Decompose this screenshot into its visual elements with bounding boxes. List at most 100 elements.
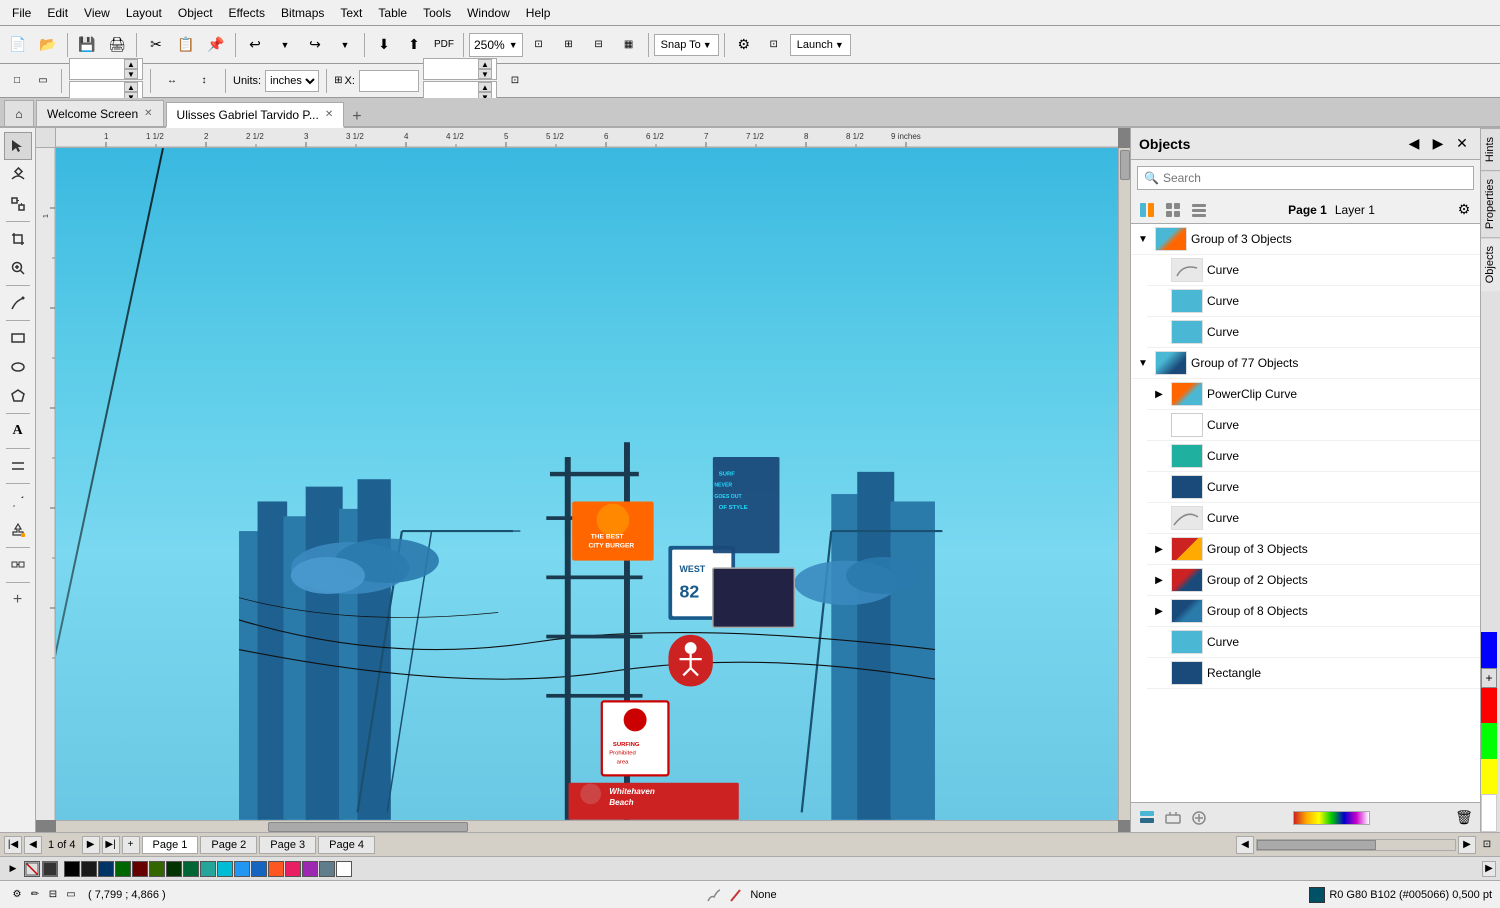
publish-button[interactable]: ⊡ [760, 31, 788, 59]
menu-view[interactable]: View [76, 3, 118, 23]
color-white2[interactable] [336, 861, 352, 877]
view-grid[interactable]: ⊞ [555, 31, 583, 59]
zoom-dropdown[interactable]: 250% ▼ [469, 33, 523, 57]
tree-item-curve2[interactable]: Curve [1147, 286, 1480, 317]
launch-button[interactable]: Launch ▼ [790, 34, 851, 56]
dropper-tool-button[interactable] [4, 487, 32, 515]
hscroll-thumb-area[interactable] [1256, 839, 1456, 851]
toggle-group77[interactable]: ▼ [1135, 355, 1151, 371]
export-pdf-button[interactable]: PDF [430, 31, 458, 59]
toggle-group3[interactable]: ▼ [1135, 231, 1151, 247]
nudge1-down[interactable]: ▼ [478, 69, 492, 79]
statusbar-outline[interactable]: ▭ [62, 886, 80, 904]
node-tool-button[interactable] [4, 161, 32, 189]
no-fill-swatch[interactable] [24, 861, 40, 877]
export-button[interactable]: ⬆ [400, 31, 428, 59]
toggle-group2[interactable]: ▶ [1151, 572, 1167, 588]
color-white[interactable] [1481, 794, 1497, 832]
tree-item-group3b[interactable]: ▶ Group of 3 Objects [1147, 534, 1480, 565]
panel-add-object-btn[interactable] [1187, 806, 1211, 830]
color-blue3[interactable] [251, 861, 267, 877]
tree-item-group3[interactable]: ▼ Group of 3 Objects [1131, 224, 1480, 255]
ellipse-tool-button[interactable] [4, 353, 32, 381]
x-field[interactable]: 0,0 " [359, 70, 419, 92]
redo-drop-button[interactable]: ▼ [331, 31, 359, 59]
tree-item-curve3[interactable]: Curve [1147, 317, 1480, 348]
objects-tab[interactable]: Objects [1481, 237, 1500, 291]
horizontal-scrollbar[interactable] [56, 820, 1118, 832]
page-next-btn[interactable]: ▶ [82, 836, 100, 854]
freehand-tool-button[interactable] [4, 289, 32, 317]
zoom-fit-btn[interactable]: ⊡ [1478, 836, 1496, 854]
panel-settings[interactable]: ⚙ [1452, 198, 1476, 222]
panel-delete-btn[interactable]: 🗑 [1452, 806, 1476, 830]
statusbar-fill[interactable]: ⊟ [44, 886, 62, 904]
hscroll-left[interactable]: ◀ [1236, 836, 1254, 854]
text-tool-button[interactable]: A [4, 417, 32, 445]
transform-button[interactable]: ⊡ [501, 67, 529, 95]
color-darkred[interactable] [132, 861, 148, 877]
menu-help[interactable]: Help [518, 3, 559, 23]
interactive-tool-button[interactable] [4, 551, 32, 579]
paste-button[interactable]: 📌 [202, 31, 230, 59]
color-orange[interactable] [268, 861, 284, 877]
tree-item-powerclip[interactable]: ▶ PowerClip Curve [1147, 379, 1480, 410]
nudge1-input[interactable]: 0,25 " [428, 63, 478, 75]
tree-item-curve4[interactable]: Curve [1147, 410, 1480, 441]
color-cyan[interactable] [217, 861, 233, 877]
current-fill-swatch[interactable] [42, 861, 58, 877]
hscroll-right[interactable]: ▶ [1458, 836, 1476, 854]
undo-button[interactable]: ↩ [241, 31, 269, 59]
search-input[interactable] [1163, 171, 1467, 185]
panel-view2[interactable] [1161, 198, 1185, 222]
select-tool-button[interactable] [4, 132, 32, 160]
color-red[interactable] [1481, 688, 1497, 724]
width-up[interactable]: ▲ [124, 59, 138, 69]
parallel-tool-button[interactable] [4, 452, 32, 480]
redo-button[interactable]: ↪ [301, 31, 329, 59]
menu-effects[interactable]: Effects [221, 3, 273, 23]
menu-text[interactable]: Text [332, 3, 370, 23]
welcome-tab[interactable]: Welcome Screen ✕ [36, 100, 164, 126]
tree-item-curve1[interactable]: Curve [1147, 255, 1480, 286]
tree-item-curve6[interactable]: Curve [1147, 472, 1480, 503]
statusbar-settings[interactable]: ⚙ [8, 886, 26, 904]
color-teal[interactable] [200, 861, 216, 877]
color-bluegray[interactable] [319, 861, 335, 877]
panel-close[interactable]: ✕ [1452, 134, 1472, 154]
nudge2-up[interactable]: ▲ [478, 82, 492, 92]
tree-item-curve7[interactable]: Curve [1147, 503, 1480, 534]
tree-item-group8[interactable]: ▶ Group of 8 Objects [1147, 596, 1480, 627]
color-yellow[interactable] [1481, 759, 1497, 795]
view-rulers[interactable]: ⊟ [585, 31, 613, 59]
panel-view3[interactable] [1187, 198, 1211, 222]
menu-layout[interactable]: Layout [118, 3, 170, 23]
color-purple[interactable] [302, 861, 318, 877]
undo-drop-button[interactable]: ▼ [271, 31, 299, 59]
tree-item-group77[interactable]: ▼ Group of 77 Objects [1131, 348, 1480, 379]
nudge2-input[interactable]: 0,25 " [428, 86, 478, 98]
toggle-group3b[interactable]: ▶ [1151, 541, 1167, 557]
color-forestgreen[interactable] [166, 861, 182, 877]
vertical-scrollbar[interactable] [1118, 148, 1130, 820]
save-button[interactable]: 💾 [73, 31, 101, 59]
add-tool-button[interactable]: + [4, 586, 32, 614]
view-guides[interactable]: ▦ [615, 31, 643, 59]
tree-item-curve5[interactable]: Curve [1147, 441, 1480, 472]
zoom-tool-button[interactable] [4, 254, 32, 282]
menu-table[interactable]: Table [370, 3, 415, 23]
menu-file[interactable]: File [4, 3, 39, 23]
x-input[interactable]: 0,0 " [364, 75, 414, 87]
zoom-fullpage[interactable]: ⊡ [525, 31, 553, 59]
page-last-btn[interactable]: ▶| [102, 836, 120, 854]
tree-item-group2[interactable]: ▶ Group of 2 Objects [1147, 565, 1480, 596]
color-navy[interactable] [98, 861, 114, 877]
copy-button[interactable]: 📋 [172, 31, 200, 59]
height-up[interactable]: ▲ [124, 82, 138, 92]
rectangle-tool-button[interactable] [4, 324, 32, 352]
page-height-input[interactable]: 8,5 " [74, 86, 124, 98]
menu-window[interactable]: Window [459, 3, 518, 23]
colorbar-left-btn[interactable]: ▶ [4, 860, 22, 878]
color-blue2[interactable] [234, 861, 250, 877]
colorbar-right-btn[interactable]: ▶ [1482, 861, 1496, 877]
